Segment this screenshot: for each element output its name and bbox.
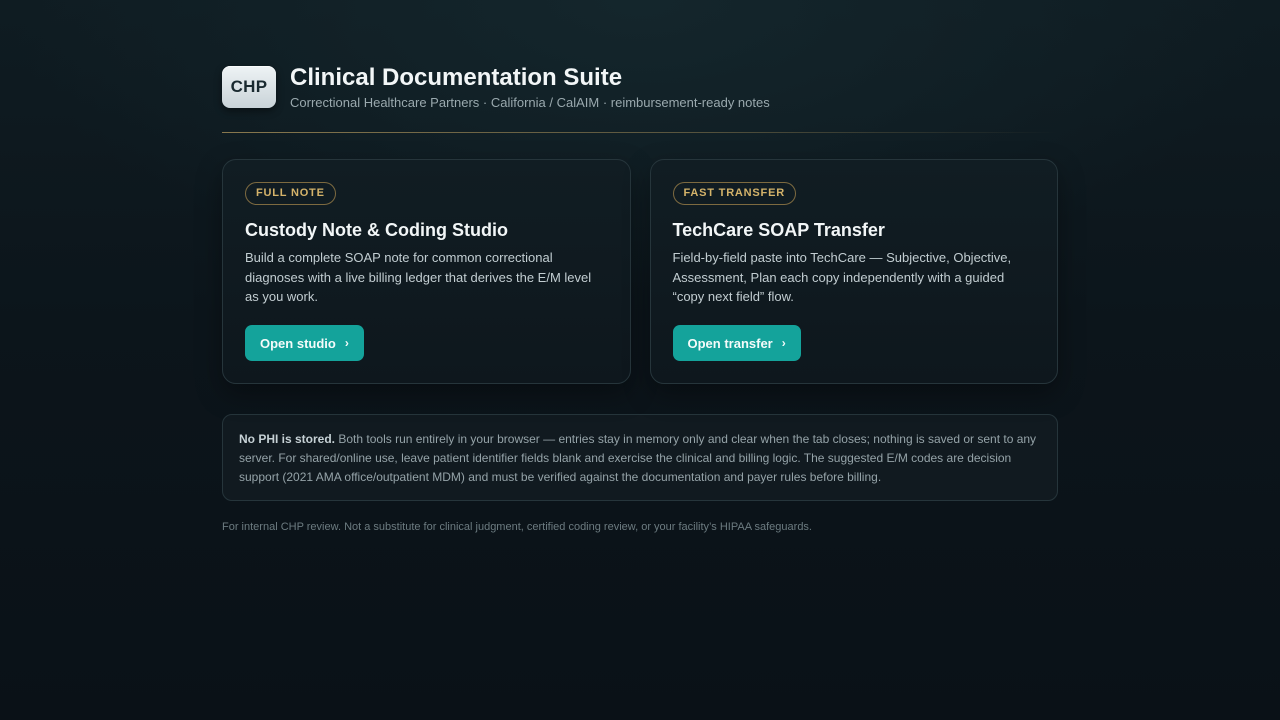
open-transfer-button[interactable]: Open transfer › — [672, 325, 801, 361]
page-subtitle: Correctional Healthcare Partners · Calif… — [290, 95, 770, 110]
page-container: CHP Clinical Documentation Suite Correct… — [222, 66, 1058, 533]
chp-logo: CHP — [222, 66, 276, 108]
card-title: Custody Note & Coding Studio — [245, 220, 508, 240]
card-badge: FAST TRANSFER — [672, 182, 796, 205]
footnote: For internal CHP review. Not a substitut… — [222, 521, 812, 533]
card-title: TechCare SOAP Transfer — [672, 220, 885, 240]
page-title: Clinical Documentation Suite — [290, 64, 623, 91]
chevron-right-icon: › — [781, 336, 786, 350]
open-studio-button[interactable]: Open studio › — [245, 325, 364, 361]
notice-bold: No PHI is stored. — [239, 432, 336, 446]
app-header: CHP Clinical Documentation Suite Correct… — [222, 66, 1058, 110]
card-badge: FULL NOTE — [245, 182, 336, 205]
card-custody-note-studio: FULL NOTE Custody Note & Coding Studio B… — [222, 159, 631, 384]
button-label: Open studio — [260, 335, 336, 351]
card-techcare-soap-transfer: FAST TRANSFER TechCare SOAP Transfer Fie… — [649, 159, 1058, 384]
tool-cards: FULL NOTE Custody Note & Coding Studio B… — [222, 159, 1058, 384]
notice-text: Both tools run entirely in your browser … — [239, 432, 1037, 484]
chevron-right-icon: › — [344, 336, 349, 350]
header-titles: Clinical Documentation Suite Correctiona… — [290, 66, 770, 111]
button-label: Open transfer — [687, 335, 773, 351]
privacy-notice: No PHI is stored. Both tools run entirel… — [222, 414, 1058, 501]
header-divider — [222, 132, 1058, 133]
card-description: Field-by-field paste into TechCare — Sub… — [672, 250, 1012, 304]
card-description: Build a complete SOAP note for common co… — [245, 250, 592, 304]
